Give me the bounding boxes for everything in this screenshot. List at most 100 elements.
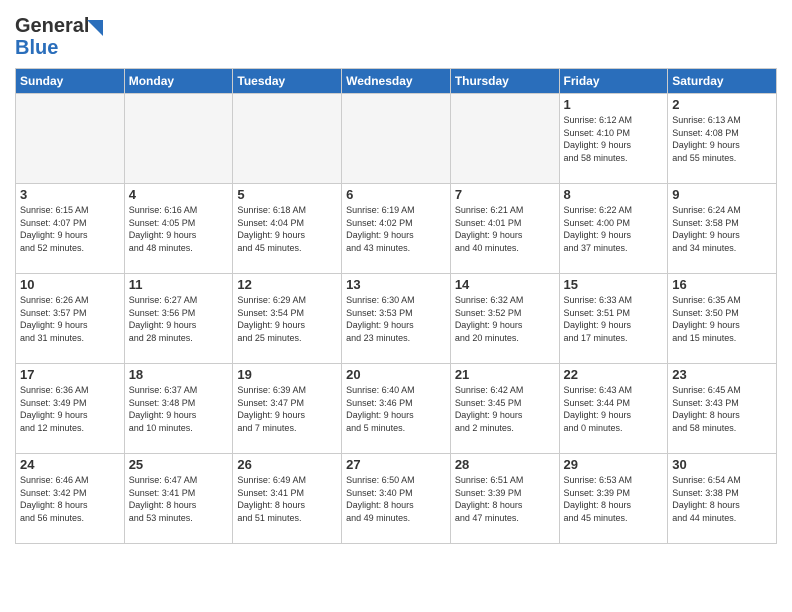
day-number: 16 xyxy=(672,277,772,292)
day-info: Sunrise: 6:35 AM Sunset: 3:50 PM Dayligh… xyxy=(672,294,772,344)
calendar-header-monday: Monday xyxy=(124,69,233,94)
calendar-cell: 19Sunrise: 6:39 AM Sunset: 3:47 PM Dayli… xyxy=(233,364,342,454)
day-number: 10 xyxy=(20,277,120,292)
day-number: 18 xyxy=(129,367,229,382)
day-info: Sunrise: 6:12 AM Sunset: 4:10 PM Dayligh… xyxy=(564,114,664,164)
day-info: Sunrise: 6:40 AM Sunset: 3:46 PM Dayligh… xyxy=(346,384,446,434)
calendar-cell: 6 Sunrise: 6:19 AM Sunset: 4:02 PM Daylig… xyxy=(342,184,451,274)
calendar-week-0: 1 Sunrise: 6:12 AM Sunset: 4:10 PM Daylig… xyxy=(16,94,777,184)
calendar-cell: 18 Sunrise: 6:37 AM Sunset: 3:48 PM Dayli… xyxy=(124,364,233,454)
day-info: Sunrise: 6:22 AM Sunset: 4:00 PM Dayligh… xyxy=(564,204,664,254)
day-number: 24 xyxy=(20,457,120,472)
day-info: Sunrise: 6:19 AM Sunset: 4:02 PM Dayligh… xyxy=(346,204,446,254)
logo-svg: GeneralBlue xyxy=(15,10,105,60)
day-number: 5 xyxy=(237,187,337,202)
calendar-cell: 10 Sunrise: 6:26 AM Sunset: 3:57 PM Dayli… xyxy=(16,274,125,364)
day-info: Sunrise: 6:49 AM Sunset: 3:41 PM Dayligh… xyxy=(237,474,337,524)
calendar-cell: 15 Sunrise: 6:33 AM Sunset: 3:51 PM Dayli… xyxy=(559,274,668,364)
calendar-cell: 30Sunrise: 6:54 AM Sunset: 3:38 PM Dayli… xyxy=(668,454,777,544)
calendar-cell: 7 Sunrise: 6:21 AM Sunset: 4:01 PM Daylig… xyxy=(450,184,559,274)
day-number: 21 xyxy=(455,367,555,382)
day-number: 6 xyxy=(346,187,446,202)
day-number: 4 xyxy=(129,187,229,202)
day-number: 25 xyxy=(129,457,229,472)
header: GeneralBlue xyxy=(15,10,777,60)
day-info: Sunrise: 6:45 AM Sunset: 3:43 PM Dayligh… xyxy=(672,384,772,434)
calendar-cell: 13 Sunrise: 6:30 AM Sunset: 3:53 PM Dayli… xyxy=(342,274,451,364)
calendar-cell: 11 Sunrise: 6:27 AM Sunset: 3:56 PM Dayli… xyxy=(124,274,233,364)
calendar-cell: 4 Sunrise: 6:16 AM Sunset: 4:05 PM Daylig… xyxy=(124,184,233,274)
day-number: 9 xyxy=(672,187,772,202)
calendar-cell: 23 Sunrise: 6:45 AM Sunset: 3:43 PM Dayli… xyxy=(668,364,777,454)
page: GeneralBlue SundayMondayTuesdayWednesday… xyxy=(0,0,792,559)
calendar-cell: 16 Sunrise: 6:35 AM Sunset: 3:50 PM Dayli… xyxy=(668,274,777,364)
day-number: 8 xyxy=(564,187,664,202)
day-number: 7 xyxy=(455,187,555,202)
day-number: 23 xyxy=(672,367,772,382)
calendar-cell xyxy=(450,94,559,184)
day-number: 12 xyxy=(237,277,337,292)
calendar-cell xyxy=(124,94,233,184)
calendar-week-3: 17Sunrise: 6:36 AM Sunset: 3:49 PM Dayli… xyxy=(16,364,777,454)
day-number: 3 xyxy=(20,187,120,202)
day-number: 29 xyxy=(564,457,664,472)
calendar-cell: 29 Sunrise: 6:53 AM Sunset: 3:39 PM Dayli… xyxy=(559,454,668,544)
day-info: Sunrise: 6:16 AM Sunset: 4:05 PM Dayligh… xyxy=(129,204,229,254)
calendar: SundayMondayTuesdayWednesdayThursdayFrid… xyxy=(15,68,777,544)
day-number: 11 xyxy=(129,277,229,292)
calendar-cell: 28Sunrise: 6:51 AM Sunset: 3:39 PM Dayli… xyxy=(450,454,559,544)
day-number: 15 xyxy=(564,277,664,292)
day-info: Sunrise: 6:15 AM Sunset: 4:07 PM Dayligh… xyxy=(20,204,120,254)
day-info: Sunrise: 6:33 AM Sunset: 3:51 PM Dayligh… xyxy=(564,294,664,344)
day-number: 27 xyxy=(346,457,446,472)
calendar-cell: 27 Sunrise: 6:50 AM Sunset: 3:40 PM Dayli… xyxy=(342,454,451,544)
day-number: 28 xyxy=(455,457,555,472)
day-info: Sunrise: 6:26 AM Sunset: 3:57 PM Dayligh… xyxy=(20,294,120,344)
day-info: Sunrise: 6:39 AM Sunset: 3:47 PM Dayligh… xyxy=(237,384,337,434)
calendar-cell: 21 Sunrise: 6:42 AM Sunset: 3:45 PM Dayli… xyxy=(450,364,559,454)
day-info: Sunrise: 6:30 AM Sunset: 3:53 PM Dayligh… xyxy=(346,294,446,344)
calendar-header-thursday: Thursday xyxy=(450,69,559,94)
calendar-cell xyxy=(233,94,342,184)
day-number: 26 xyxy=(237,457,337,472)
day-info: Sunrise: 6:46 AM Sunset: 3:42 PM Dayligh… xyxy=(20,474,120,524)
day-info: Sunrise: 6:53 AM Sunset: 3:39 PM Dayligh… xyxy=(564,474,664,524)
calendar-header-wednesday: Wednesday xyxy=(342,69,451,94)
calendar-cell: 14 Sunrise: 6:32 AM Sunset: 3:52 PM Dayli… xyxy=(450,274,559,364)
day-info: Sunrise: 6:24 AM Sunset: 3:58 PM Dayligh… xyxy=(672,204,772,254)
day-info: Sunrise: 6:32 AM Sunset: 3:52 PM Dayligh… xyxy=(455,294,555,344)
day-info: Sunrise: 6:43 AM Sunset: 3:44 PM Dayligh… xyxy=(564,384,664,434)
calendar-cell: 2Sunrise: 6:13 AM Sunset: 4:08 PM Daylig… xyxy=(668,94,777,184)
day-info: Sunrise: 6:29 AM Sunset: 3:54 PM Dayligh… xyxy=(237,294,337,344)
calendar-header-saturday: Saturday xyxy=(668,69,777,94)
calendar-header-friday: Friday xyxy=(559,69,668,94)
svg-text:General: General xyxy=(15,15,89,37)
calendar-cell: 25Sunrise: 6:47 AM Sunset: 3:41 PM Dayli… xyxy=(124,454,233,544)
day-info: Sunrise: 6:18 AM Sunset: 4:04 PM Dayligh… xyxy=(237,204,337,254)
calendar-header-tuesday: Tuesday xyxy=(233,69,342,94)
calendar-header-sunday: Sunday xyxy=(16,69,125,94)
day-info: Sunrise: 6:54 AM Sunset: 3:38 PM Dayligh… xyxy=(672,474,772,524)
day-number: 14 xyxy=(455,277,555,292)
calendar-cell: 22Sunrise: 6:43 AM Sunset: 3:44 PM Dayli… xyxy=(559,364,668,454)
day-info: Sunrise: 6:42 AM Sunset: 3:45 PM Dayligh… xyxy=(455,384,555,434)
day-number: 20 xyxy=(346,367,446,382)
calendar-cell: 8 Sunrise: 6:22 AM Sunset: 4:00 PM Daylig… xyxy=(559,184,668,274)
day-number: 13 xyxy=(346,277,446,292)
calendar-cell xyxy=(342,94,451,184)
calendar-cell: 20 Sunrise: 6:40 AM Sunset: 3:46 PM Dayli… xyxy=(342,364,451,454)
day-info: Sunrise: 6:21 AM Sunset: 4:01 PM Dayligh… xyxy=(455,204,555,254)
calendar-cell: 24 Sunrise: 6:46 AM Sunset: 3:42 PM Dayli… xyxy=(16,454,125,544)
calendar-cell: 12 Sunrise: 6:29 AM Sunset: 3:54 PM Dayli… xyxy=(233,274,342,364)
calendar-cell: 17Sunrise: 6:36 AM Sunset: 3:49 PM Dayli… xyxy=(16,364,125,454)
day-info: Sunrise: 6:37 AM Sunset: 3:48 PM Dayligh… xyxy=(129,384,229,434)
day-number: 1 xyxy=(564,97,664,112)
logo: GeneralBlue xyxy=(15,10,105,60)
calendar-week-1: 3 Sunrise: 6:15 AM Sunset: 4:07 PM Daylig… xyxy=(16,184,777,274)
calendar-cell: 26 Sunrise: 6:49 AM Sunset: 3:41 PM Dayli… xyxy=(233,454,342,544)
day-info: Sunrise: 6:36 AM Sunset: 3:49 PM Dayligh… xyxy=(20,384,120,434)
day-info: Sunrise: 6:50 AM Sunset: 3:40 PM Dayligh… xyxy=(346,474,446,524)
svg-text:Blue: Blue xyxy=(15,37,58,59)
day-info: Sunrise: 6:27 AM Sunset: 3:56 PM Dayligh… xyxy=(129,294,229,344)
calendar-cell: 5 Sunrise: 6:18 AM Sunset: 4:04 PM Daylig… xyxy=(233,184,342,274)
